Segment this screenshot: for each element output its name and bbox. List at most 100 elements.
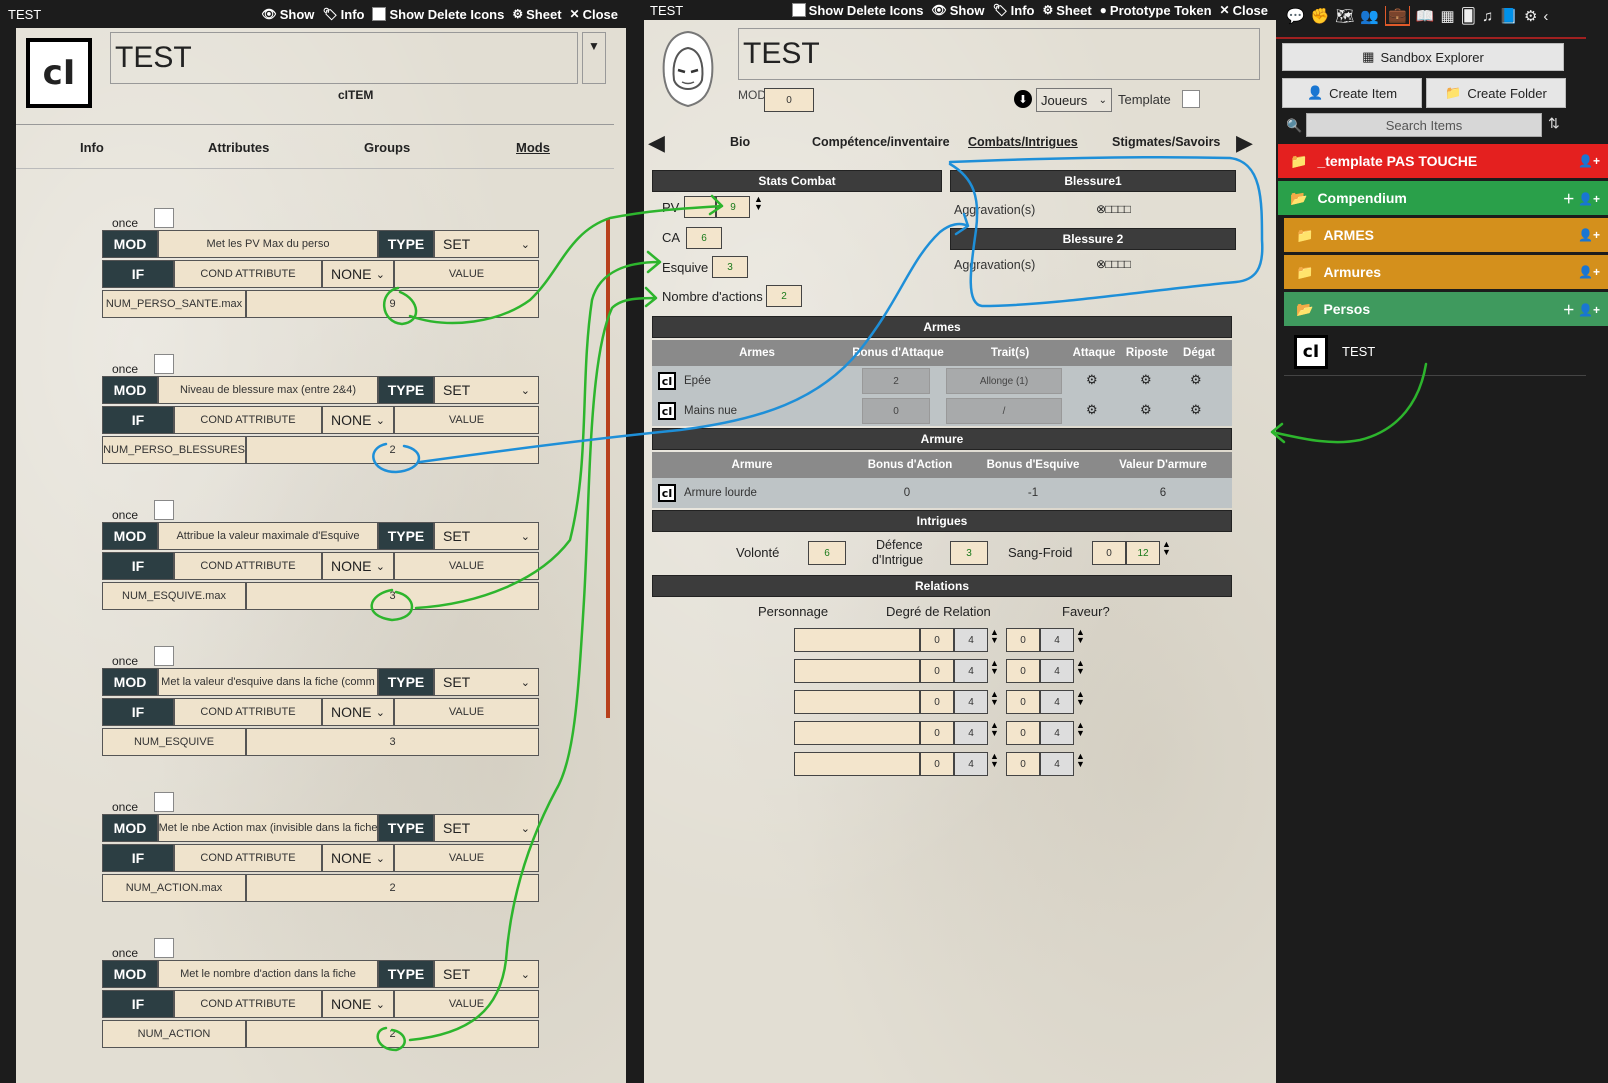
checkbox-icon[interactable] bbox=[372, 7, 387, 21]
cards-icon[interactable]: 🂠 bbox=[1461, 7, 1476, 25]
collapse-icon[interactable]: ‹ bbox=[1543, 8, 1548, 25]
relation-degre-input[interactable]: 0 bbox=[920, 752, 954, 776]
relation-degre-input[interactable]: 0 bbox=[920, 659, 954, 683]
item-name-dropdown[interactable]: ▼ bbox=[582, 32, 606, 84]
relation-personnage-input[interactable] bbox=[794, 752, 920, 776]
search-input[interactable]: Search Items bbox=[1306, 113, 1542, 137]
tab-combats-intrigues[interactable]: Combats/Intrigues bbox=[968, 135, 1078, 149]
relation-degre-max[interactable]: 4 bbox=[954, 690, 988, 714]
actions-input[interactable]: 2 bbox=[766, 285, 802, 307]
cond-attribute-input[interactable]: COND ATTRIBUTE bbox=[174, 552, 322, 580]
create-folder-button[interactable]: 📁 Create Folder bbox=[1426, 78, 1566, 108]
folder-item[interactable]: 📁 Armures 👤+ bbox=[1284, 255, 1608, 289]
add-user-icon[interactable]: ＋ 👤+ bbox=[1563, 190, 1608, 207]
type-select[interactable]: SET ⌄ bbox=[434, 376, 539, 404]
chat-icon[interactable]: 💬 bbox=[1286, 7, 1305, 25]
users-icon[interactable]: 👥 bbox=[1360, 7, 1379, 25]
download-circle-icon[interactable]: ⬇ bbox=[1014, 90, 1032, 108]
info-button[interactable]: 🏷 Info bbox=[322, 7, 364, 22]
dice-icon[interactable]: ⚙ bbox=[1190, 402, 1202, 418]
attribute-input[interactable]: NUM_ACTION bbox=[102, 1020, 246, 1048]
folder-item[interactable]: 📂 Compendium ＋ 👤+ bbox=[1278, 181, 1608, 215]
cond-attribute-input[interactable]: COND ATTRIBUTE bbox=[174, 844, 322, 872]
close-button[interactable]: ✕ Close bbox=[1220, 3, 1268, 18]
cond-attribute-input[interactable]: COND ATTRIBUTE bbox=[174, 990, 322, 1018]
pv-current-input[interactable] bbox=[684, 196, 716, 218]
table-row[interactable]: cI Armure lourde 0 -1 6 bbox=[652, 478, 1232, 508]
relation-degre-stepper[interactable]: ▲ ▼ bbox=[990, 721, 999, 738]
add-user-icon[interactable]: ＋ 👤+ bbox=[1563, 301, 1608, 318]
dice-icon[interactable]: ⚙ bbox=[1140, 402, 1152, 418]
close-button[interactable]: ✕ Close bbox=[570, 7, 618, 22]
sangfroid-max-input[interactable]: 12 bbox=[1126, 541, 1160, 565]
item-name-input[interactable]: TEST bbox=[110, 32, 578, 84]
dice-icon[interactable]: ⚙ bbox=[1140, 372, 1152, 388]
value-input[interactable]: 3 bbox=[246, 728, 539, 756]
esquive-input[interactable]: 3 bbox=[712, 256, 748, 278]
type-select[interactable]: SET ⌄ bbox=[434, 230, 539, 258]
sandbox-explorer-button[interactable]: ▦ Sandbox Explorer bbox=[1282, 43, 1564, 71]
list-item[interactable]: cI TEST bbox=[1284, 328, 1586, 376]
cond-attribute-input[interactable]: COND ATTRIBUTE bbox=[174, 406, 322, 434]
blessure2-pips[interactable]: ⊗□□□□ bbox=[1096, 257, 1131, 271]
relation-faveur-max[interactable]: 4 bbox=[1040, 690, 1074, 714]
cond-value-input[interactable]: VALUE bbox=[394, 698, 539, 726]
actor-name-input[interactable]: TEST bbox=[738, 28, 1260, 80]
relation-faveur-max[interactable]: 4 bbox=[1040, 628, 1074, 652]
attribute-input[interactable]: NUM_PERSO_SANTE.max bbox=[102, 290, 246, 318]
relation-faveur-max[interactable]: 4 bbox=[1040, 721, 1074, 745]
folder-item[interactable]: 📂 Persos ＋ 👤+ bbox=[1284, 292, 1608, 326]
type-select[interactable]: SET ⌄ bbox=[434, 522, 539, 550]
tab-competence-inventaire[interactable]: Compétence/inventaire bbox=[812, 135, 950, 149]
weapon-bonus[interactable]: 2 bbox=[862, 368, 930, 394]
cond-attribute-input[interactable]: COND ATTRIBUTE bbox=[174, 698, 322, 726]
compendium-book-icon[interactable]: 📘 bbox=[1499, 7, 1518, 25]
blessure1-pips[interactable]: ⊗□□□□ bbox=[1096, 202, 1131, 216]
cond-value-input[interactable]: VALUE bbox=[394, 406, 539, 434]
cond-value-input[interactable]: VALUE bbox=[394, 844, 539, 872]
table-icon[interactable]: ▦ bbox=[1440, 7, 1454, 25]
next-tab-arrow-icon[interactable]: ▶ bbox=[1236, 130, 1253, 156]
add-user-icon[interactable]: 👤+ bbox=[1578, 228, 1608, 242]
relation-faveur-input[interactable]: 0 bbox=[1006, 690, 1040, 714]
add-user-icon[interactable]: 👤+ bbox=[1578, 154, 1608, 168]
weapon-name[interactable]: Mains nue bbox=[684, 405, 737, 417]
relation-faveur-stepper[interactable]: ▲ ▼ bbox=[1076, 659, 1085, 676]
dice-icon[interactable]: ⚙ bbox=[1086, 402, 1098, 418]
tab-mods[interactable]: Mods bbox=[516, 140, 550, 155]
value-input[interactable]: 3 bbox=[246, 582, 539, 610]
add-user-icon[interactable]: 👤+ bbox=[1578, 265, 1608, 279]
cond-operator-select[interactable]: NONE ⌄ bbox=[322, 552, 394, 580]
players-select[interactable]: Joueurs ⌄ bbox=[1036, 88, 1112, 112]
once-checkbox[interactable] bbox=[154, 938, 174, 958]
relation-degre-input[interactable]: 0 bbox=[920, 690, 954, 714]
cond-operator-select[interactable]: NONE ⌄ bbox=[322, 990, 394, 1018]
relation-faveur-input[interactable]: 0 bbox=[1006, 721, 1040, 745]
items-suitcase-icon[interactable]: 💼 bbox=[1385, 6, 1410, 26]
folder-item[interactable]: 📁 _template PAS TOUCHE 👤+ bbox=[1278, 144, 1608, 178]
relation-personnage-input[interactable] bbox=[794, 659, 920, 683]
ca-input[interactable]: 6 bbox=[686, 227, 722, 249]
relation-faveur-input[interactable]: 0 bbox=[1006, 752, 1040, 776]
show-button[interactable]: 👁 Show bbox=[262, 7, 315, 22]
relation-degre-stepper[interactable]: ▲ ▼ bbox=[990, 752, 999, 769]
cond-value-input[interactable]: VALUE bbox=[394, 260, 539, 288]
value-input[interactable]: 2 bbox=[246, 1020, 539, 1048]
relation-degre-stepper[interactable]: ▲ ▼ bbox=[990, 690, 999, 707]
relation-faveur-stepper[interactable]: ▲ ▼ bbox=[1076, 690, 1085, 707]
show-button[interactable]: 👁 Show bbox=[932, 3, 985, 18]
combat-fist-icon[interactable]: ✊ bbox=[1311, 7, 1330, 25]
once-checkbox[interactable] bbox=[154, 500, 174, 520]
scrollbar[interactable] bbox=[606, 218, 610, 718]
relation-faveur-stepper[interactable]: ▲ ▼ bbox=[1076, 752, 1085, 769]
settings-icon[interactable]: ⚙ bbox=[1524, 7, 1537, 25]
mod-input[interactable]: 0 bbox=[764, 88, 814, 112]
music-icon[interactable]: ♫ bbox=[1482, 8, 1493, 25]
relation-degre-input[interactable]: 0 bbox=[920, 721, 954, 745]
type-select[interactable]: SET ⌄ bbox=[434, 960, 539, 988]
cond-operator-select[interactable]: NONE ⌄ bbox=[322, 260, 394, 288]
cond-operator-select[interactable]: NONE ⌄ bbox=[322, 698, 394, 726]
value-input[interactable]: 2 bbox=[246, 874, 539, 902]
relation-faveur-max[interactable]: 4 bbox=[1040, 659, 1074, 683]
pv-stepper[interactable]: ▲ ▼ bbox=[754, 195, 763, 212]
